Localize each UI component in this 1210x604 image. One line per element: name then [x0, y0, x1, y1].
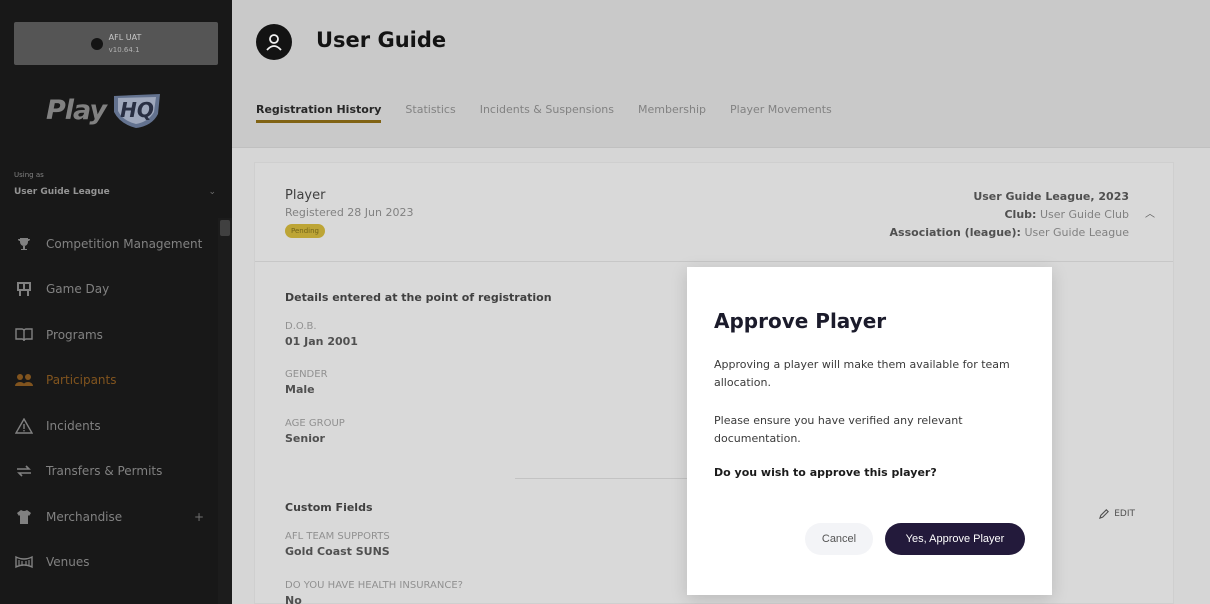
dialog-paragraph-documentation: Please ensure you have verified any rele…: [714, 414, 963, 445]
cancel-button[interactable]: Cancel: [805, 523, 873, 555]
dialog-question: Do you wish to approve this player?: [714, 466, 937, 479]
approve-player-button[interactable]: Yes, Approve Player: [885, 523, 1025, 555]
dialog-paragraph-availability: Approving a player will make them availa…: [714, 358, 1010, 389]
dialog-title: Approve Player: [714, 309, 887, 333]
approve-player-dialog: Approve Player Approving a player will m…: [687, 267, 1052, 595]
